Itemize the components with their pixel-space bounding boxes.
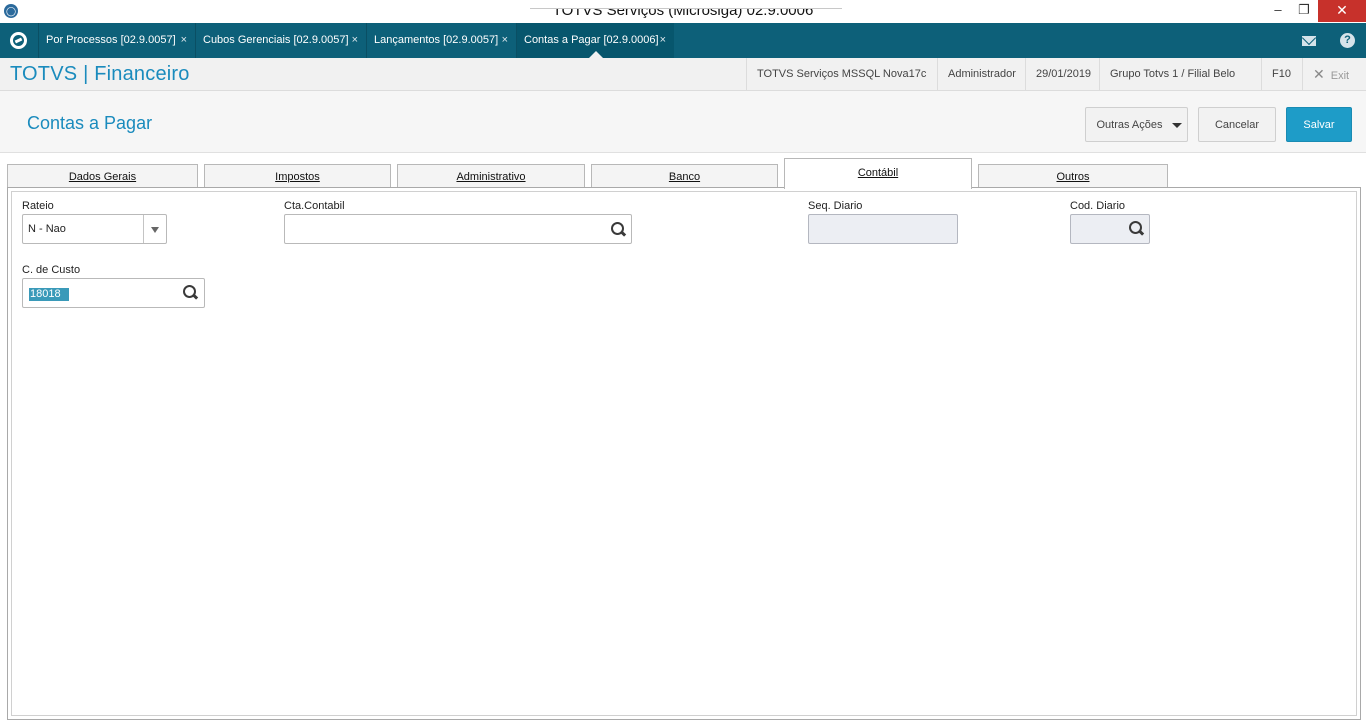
program-tab-por-processos[interactable]: Por Processos [02.9.0057] × bbox=[38, 23, 195, 58]
date-info: 29/01/2019 bbox=[1025, 58, 1099, 91]
program-tab-label: Lançamentos [02.9.0057] bbox=[374, 34, 499, 46]
c-custo-label: C. de Custo bbox=[22, 264, 81, 276]
folder-tab-dados-gerais[interactable]: Dados Gerais bbox=[7, 164, 198, 188]
close-tab-icon[interactable]: × bbox=[352, 23, 358, 58]
program-tab-label: Contas a Pagar [02.9.0006] bbox=[524, 34, 659, 46]
program-tab-contas-a-pagar[interactable]: Contas a Pagar [02.9.0006] × bbox=[516, 23, 674, 58]
close-tab-icon[interactable]: × bbox=[502, 23, 508, 58]
module-bar: TOTVS | Financeiro TOTVS Serviços MSSQL … bbox=[0, 58, 1366, 113]
cancel-button[interactable]: Cancelar bbox=[1198, 107, 1276, 142]
close-tab-icon[interactable]: × bbox=[660, 23, 666, 58]
page-title: Contas a Pagar bbox=[27, 113, 153, 133]
program-tab-label: Cubos Gerenciais [02.9.0057] bbox=[203, 34, 349, 46]
shortcut-f10[interactable]: F10 bbox=[1261, 58, 1302, 91]
chevron-down-icon bbox=[1172, 123, 1182, 128]
title-bar-overlay bbox=[530, 0, 842, 9]
c-custo-input[interactable]: 18018 bbox=[22, 278, 205, 308]
environment-info: TOTVS Serviços MSSQL Nova17c bbox=[746, 58, 937, 91]
folder-tab-banco[interactable]: Banco bbox=[591, 164, 778, 188]
exit-button[interactable]: ✕ Exit bbox=[1302, 58, 1366, 91]
user-info: Administrador bbox=[937, 58, 1025, 91]
help-icon[interactable]: ? bbox=[1331, 23, 1363, 58]
rateio-value: N - Nao bbox=[28, 223, 66, 235]
cod-diario-input bbox=[1070, 214, 1150, 244]
folder-tab-administrativo[interactable]: Administrativo bbox=[397, 164, 585, 188]
maximize-button[interactable]: ❐ bbox=[1290, 0, 1318, 22]
program-tab-lancamentos[interactable]: Lançamentos [02.9.0057] × bbox=[366, 23, 516, 58]
close-tab-icon[interactable]: × bbox=[181, 23, 187, 58]
folder-tab-outros[interactable]: Outros bbox=[978, 164, 1168, 188]
chevron-down-icon[interactable] bbox=[151, 227, 159, 233]
select-divider bbox=[143, 215, 144, 243]
contabil-panel: Rateio N - Nao Cta.Contabil Seq. Diario … bbox=[7, 187, 1361, 720]
rateio-select[interactable]: N - Nao bbox=[22, 214, 167, 244]
folder-tab-contabil[interactable]: Contábil bbox=[784, 158, 972, 189]
program-tab-label: Por Processos [02.9.0057] bbox=[46, 34, 176, 46]
c-custo-value: 18018 bbox=[29, 288, 69, 301]
search-icon[interactable] bbox=[183, 285, 199, 301]
save-button[interactable]: Salvar bbox=[1286, 107, 1352, 142]
module-title: TOTVS | Financeiro bbox=[10, 63, 190, 85]
cod-diario-label: Cod. Diario bbox=[1070, 200, 1126, 212]
other-actions-button[interactable]: Outras Ações bbox=[1085, 107, 1188, 142]
mail-icon[interactable] bbox=[1293, 23, 1325, 58]
seq-diario-input bbox=[808, 214, 958, 244]
program-tab-cubos-gerenciais[interactable]: Cubos Gerenciais [02.9.0057] × bbox=[195, 23, 366, 58]
exit-icon: ✕ bbox=[1313, 66, 1325, 82]
other-actions-label: Outras Ações bbox=[1096, 119, 1163, 131]
totvs-home-icon[interactable] bbox=[0, 23, 38, 58]
panel-inner-border bbox=[11, 191, 1357, 716]
close-window-button[interactable]: ✕ bbox=[1318, 0, 1366, 22]
search-icon[interactable] bbox=[611, 222, 627, 238]
cta-contabil-input[interactable] bbox=[284, 214, 632, 244]
page-header: Contas a Pagar Outras Ações Cancelar Sal… bbox=[0, 91, 1366, 153]
program-tab-strip: Por Processos [02.9.0057] × Cubos Gerenc… bbox=[0, 23, 1366, 58]
cta-contabil-label: Cta.Contabil bbox=[284, 200, 345, 212]
minimize-button[interactable]: – bbox=[1264, 0, 1292, 22]
window-title-bar: ◯ TOTVS Serviços (Microsiga) 02.9.0006 –… bbox=[0, 0, 1366, 23]
exit-label: Exit bbox=[1330, 70, 1350, 82]
branch-info[interactable]: Grupo Totvs 1 / Filial Belo Hor bbox=[1099, 58, 1261, 113]
search-icon[interactable] bbox=[1129, 221, 1145, 237]
folder-tab-impostos[interactable]: Impostos bbox=[204, 164, 391, 188]
rateio-label: Rateio bbox=[22, 200, 54, 212]
seq-diario-label: Seq. Diario bbox=[808, 200, 863, 212]
